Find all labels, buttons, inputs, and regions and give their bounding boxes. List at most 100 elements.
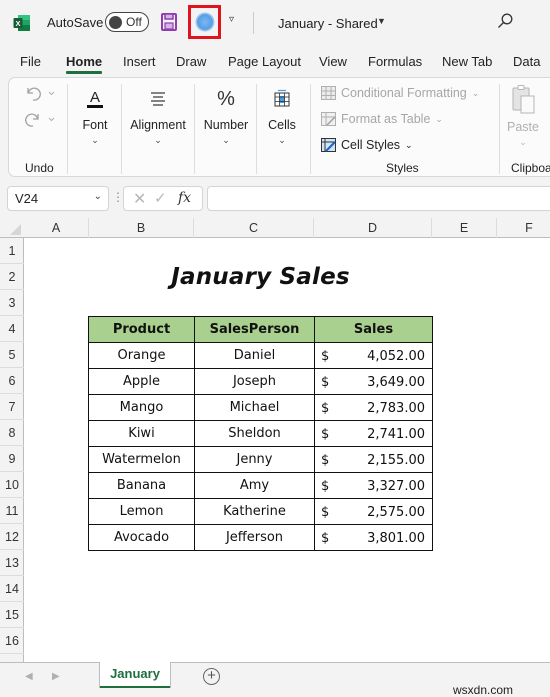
autosave-toggle[interactable]: Off <box>105 12 149 32</box>
row-header[interactable]: 1 <box>0 238 24 264</box>
font-button[interactable]: A Font ⌄ <box>79 88 111 146</box>
font-color-icon: A <box>87 89 103 108</box>
chevron-down-icon[interactable]: ⌄ <box>94 191 102 202</box>
sales-cell[interactable]: $2,575.00 <box>314 498 433 525</box>
row-header[interactable]: 16 <box>0 628 24 654</box>
row-header[interactable]: 4 <box>0 316 24 342</box>
row-header[interactable]: 13 <box>0 550 24 576</box>
search-icon[interactable] <box>497 13 513 29</box>
product-cell[interactable]: Mango <box>88 394 195 421</box>
add-sheet-icon[interactable]: + <box>203 668 220 685</box>
font-label: Font <box>82 118 108 132</box>
tab-view[interactable]: View <box>319 54 347 69</box>
sales-cell[interactable]: $3,649.00 <box>314 368 433 395</box>
sales-cell[interactable]: $3,801.00 <box>314 524 433 551</box>
column-header-b[interactable]: B <box>89 218 194 238</box>
row-header[interactable]: 15 <box>0 602 24 628</box>
salesperson-cell[interactable]: Jefferson <box>194 524 315 551</box>
product-cell[interactable]: Kiwi <box>88 420 195 447</box>
salesperson-cell[interactable]: Daniel <box>194 342 315 369</box>
number-button[interactable]: % Number ⌄ <box>201 88 251 146</box>
salesperson-cell[interactable]: Michael <box>194 394 315 421</box>
salesperson-cell[interactable]: Katherine <box>194 498 315 525</box>
paste-button[interactable]: Paste ⌄ <box>505 84 541 148</box>
tab-insert[interactable]: Insert <box>123 54 156 69</box>
tab-formulas[interactable]: Formulas <box>368 54 422 69</box>
header-salesperson[interactable]: SalesPerson <box>194 316 315 343</box>
divider <box>253 12 254 34</box>
product-cell[interactable]: Watermelon <box>88 446 195 473</box>
sales-cell[interactable]: $2,783.00 <box>314 394 433 421</box>
divider <box>67 84 68 174</box>
row-header[interactable]: 2 <box>0 264 24 290</box>
cell-styles-label: Cell Styles <box>341 138 401 152</box>
table-row: Orange Daniel $4,052.00 <box>88 342 433 369</box>
column-header-a[interactable]: A <box>24 218 89 238</box>
tab-file[interactable]: File <box>20 54 41 69</box>
name-box[interactable]: V24 ⌄ <box>7 186 109 211</box>
sheet-tab-january[interactable]: January <box>99 662 171 688</box>
row-header[interactable]: 6 <box>0 368 24 394</box>
row-header[interactable]: 3 <box>0 290 24 316</box>
tab-draw[interactable]: Draw <box>176 54 206 69</box>
tab-data[interactable]: Data <box>513 54 540 69</box>
product-cell[interactable]: Banana <box>88 472 195 499</box>
tab-page-layout[interactable]: Page Layout <box>228 54 301 69</box>
salesperson-cell[interactable]: Sheldon <box>194 420 315 447</box>
enter-check-icon[interactable]: ✓ <box>154 189 167 207</box>
insert-function-icon[interactable]: fx <box>178 190 191 206</box>
cells-button[interactable]: Cells ⌄ <box>266 88 298 146</box>
sales-cell[interactable]: $3,327.00 <box>314 472 433 499</box>
column-header-d[interactable]: D <box>314 218 432 238</box>
format-as-table-button[interactable]: Format as Table ⌄ <box>321 112 443 126</box>
chevron-down-icon: ⌄ <box>435 113 443 124</box>
cells-label: Cells <box>268 118 296 132</box>
column-header-f[interactable]: F <box>497 218 550 238</box>
cell-styles-button[interactable]: Cell Styles ⌄ <box>321 138 413 152</box>
undo-icon[interactable] <box>24 84 60 102</box>
chevron-down-icon[interactable]: ▼ <box>377 16 386 26</box>
salesperson-cell[interactable]: Joseph <box>194 368 315 395</box>
header-product[interactable]: Product <box>88 316 195 343</box>
format-as-table-label: Format as Table <box>341 112 431 126</box>
sales-cell[interactable]: $2,741.00 <box>314 420 433 447</box>
row-header[interactable]: 10 <box>0 472 24 498</box>
column-header-c[interactable]: C <box>194 218 314 238</box>
highlighted-circle-button[interactable] <box>188 5 221 39</box>
conditional-formatting-button[interactable]: Conditional Formatting ⌄ <box>321 86 479 100</box>
product-cell[interactable]: Orange <box>88 342 195 369</box>
save-icon[interactable] <box>161 13 177 31</box>
scroll-tabs-left-icon[interactable]: ◀ <box>25 671 33 682</box>
select-all-button[interactable] <box>0 218 24 238</box>
row-header[interactable]: 14 <box>0 576 24 602</box>
row-header[interactable]: 9 <box>0 446 24 472</box>
paste-icon <box>512 85 535 114</box>
row-header[interactable]: 5 <box>0 342 24 368</box>
product-cell[interactable]: Lemon <box>88 498 195 525</box>
salesperson-cell[interactable]: Jenny <box>194 446 315 473</box>
sales-amount: 3,801.00 <box>367 531 425 546</box>
column-header-e[interactable]: E <box>432 218 497 238</box>
redo-icon[interactable] <box>24 110 60 128</box>
table-row: Lemon Katherine $2,575.00 <box>88 498 433 525</box>
row-header[interactable]: 8 <box>0 420 24 446</box>
alignment-button[interactable]: Alignment ⌄ <box>127 88 189 146</box>
scroll-tabs-right-icon[interactable]: ▶ <box>52 671 60 682</box>
formula-input[interactable] <box>207 186 550 211</box>
sheet-title[interactable]: January Sales <box>89 264 432 292</box>
product-cell[interactable]: Apple <box>88 368 195 395</box>
row-header[interactable]: 7 <box>0 394 24 420</box>
customize-quick-access-icon[interactable]: ▿ <box>229 14 234 25</box>
currency-symbol: $ <box>321 427 330 442</box>
document-title[interactable]: January - Shared <box>278 16 378 31</box>
cancel-icon[interactable]: ✕ <box>133 189 146 209</box>
tab-new-tab[interactable]: New Tab <box>442 54 492 69</box>
salesperson-cell[interactable]: Amy <box>194 472 315 499</box>
sales-cell[interactable]: $2,155.00 <box>314 446 433 473</box>
row-header[interactable]: 11 <box>0 498 24 524</box>
sales-cell[interactable]: $4,052.00 <box>314 342 433 369</box>
product-cell[interactable]: Avocado <box>88 524 195 551</box>
tab-home[interactable]: Home <box>66 54 103 74</box>
header-sales[interactable]: Sales <box>314 316 433 343</box>
row-header[interactable]: 12 <box>0 524 24 550</box>
